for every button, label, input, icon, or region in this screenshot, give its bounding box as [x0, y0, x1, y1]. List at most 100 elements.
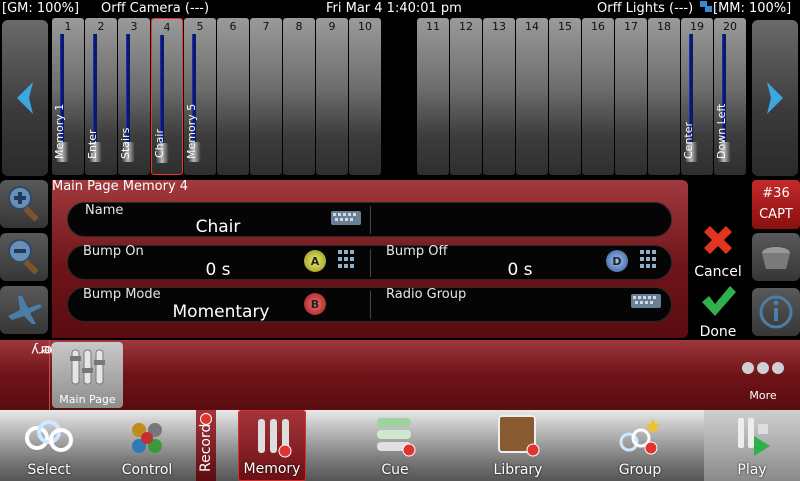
cupcake-icon: [762, 247, 790, 269]
fader-label: Enter: [86, 129, 99, 159]
fader-8[interactable]: 8: [283, 18, 315, 175]
name-row: Name Chair: [67, 202, 672, 237]
fader-5[interactable]: 5 Memory 5: [184, 18, 216, 175]
fader-label: Down Left: [715, 103, 728, 159]
network-icon: [699, 0, 713, 19]
done-button[interactable]: Done: [688, 282, 748, 340]
airplane-mode-button[interactable]: [0, 286, 48, 334]
capture-number: #36: [762, 186, 790, 201]
fader-strip: 1 Memory 1 2 Enter 3 Stairs 4 Chair 5 Memory 5 6 7 8…: [0, 18, 800, 178]
close-icon: [704, 226, 732, 254]
fader-number: 1: [64, 20, 72, 33]
radio-group-field[interactable]: [372, 302, 622, 320]
fader-17[interactable]: 17: [615, 18, 647, 175]
bump-on-badge[interactable]: A: [304, 250, 326, 272]
bump-on-field[interactable]: 0 s: [178, 260, 258, 280]
fader-13[interactable]: 13: [483, 18, 515, 175]
library-button[interactable]: Library: [478, 410, 558, 481]
name-label: Name: [85, 203, 124, 218]
fader-20[interactable]: 20 Down Left: [714, 18, 746, 175]
fader-12[interactable]: 12: [450, 18, 482, 175]
play-button[interactable]: Play: [704, 410, 800, 481]
group-label: Group: [618, 462, 662, 478]
more-button[interactable]: More: [735, 360, 791, 408]
library-label: Library: [493, 462, 543, 478]
fader-4[interactable]: 4 Chair: [151, 18, 183, 175]
fader-number: 2: [97, 20, 105, 33]
fader-10[interactable]: 10: [349, 18, 381, 175]
bump-off-badge[interactable]: D: [606, 250, 628, 272]
keyboard-icon[interactable]: [631, 294, 661, 308]
select-rings-icon: [25, 420, 73, 452]
fader-label: Stairs: [119, 127, 132, 159]
bump-mode-badge[interactable]: B: [304, 293, 326, 315]
row-divider: [370, 206, 371, 234]
name-field[interactable]: Chair: [148, 217, 288, 237]
name-extra-field[interactable]: [372, 203, 668, 236]
fader-number: 9: [328, 20, 336, 33]
grid-icon[interactable]: [640, 250, 656, 268]
main-page-tile[interactable]: Main Page: [52, 342, 123, 408]
fader-number: 8: [295, 20, 303, 33]
bump-off-badge-letter: D: [612, 254, 622, 268]
keyboard-icon[interactable]: [331, 211, 361, 225]
cue-button[interactable]: Cue: [356, 410, 434, 481]
prev-faders-button[interactable]: [2, 20, 48, 176]
capture-button[interactable]: #36 CAPT: [752, 180, 800, 229]
select-button[interactable]: Select: [0, 410, 98, 481]
bump-on-label: Bump On: [83, 244, 144, 259]
control-button[interactable]: Control: [98, 410, 196, 481]
fader-11[interactable]: 11: [417, 18, 449, 175]
record-toggle[interactable]: Record: [196, 410, 216, 481]
control-label: Control: [121, 462, 173, 478]
status-bar: [GM: 100%] Orff Camera (---) Fri Mar 4 1…: [0, 0, 800, 18]
info-button[interactable]: [752, 288, 800, 336]
faders-icon: [70, 349, 105, 385]
main-page-label: Main Page: [59, 393, 116, 406]
bump-off-field[interactable]: 0 s: [480, 260, 560, 280]
next-faders-button[interactable]: [752, 20, 798, 176]
memory-button[interactable]: Memory: [238, 410, 306, 481]
bump-off-label: Bump Off: [386, 244, 448, 259]
fader-7[interactable]: 7: [250, 18, 282, 175]
fader-2[interactable]: 2 Enter: [85, 18, 117, 175]
lights-status: Orff Lights (---): [597, 1, 694, 16]
bump-mode-field[interactable]: Momentary: [156, 302, 286, 322]
fader-3[interactable]: 3 Stairs: [118, 18, 150, 175]
fader-number: 5: [196, 20, 204, 33]
cancel-button[interactable]: Cancel: [688, 222, 748, 280]
ellipsis-icon: [742, 362, 784, 374]
fader-15[interactable]: 15: [549, 18, 581, 175]
fader-1[interactable]: 1 Memory 1: [52, 18, 84, 175]
fader-16[interactable]: 16: [582, 18, 614, 175]
zoom-out-button[interactable]: [0, 233, 48, 281]
fader-number: 18: [657, 20, 671, 33]
info-icon: [759, 295, 793, 329]
capture-label: CAPT: [759, 207, 793, 222]
fader-label: Chair: [153, 129, 166, 158]
fader-label: Memory 1: [53, 103, 66, 159]
fader-14[interactable]: 14: [516, 18, 548, 175]
chevron-left-icon: [17, 82, 33, 114]
fader-number: 17: [624, 20, 638, 33]
zoom-in-button[interactable]: [0, 180, 48, 228]
fader-18[interactable]: 18: [648, 18, 680, 175]
checkmark-icon: [702, 286, 736, 316]
clock: Fri Mar 4 1:40:01 pm: [326, 1, 462, 16]
fader-19[interactable]: 19 Center: [681, 18, 713, 175]
group-button[interactable]: Group: [600, 410, 680, 481]
camera-status: Orff Camera (---): [101, 1, 210, 16]
zoom-out-icon: [8, 239, 39, 275]
fader-number: 16: [591, 20, 605, 33]
grid-icon[interactable]: [338, 250, 354, 268]
fader-9[interactable]: 9: [316, 18, 348, 175]
row-divider: [370, 291, 371, 319]
clear-button[interactable]: [752, 233, 800, 281]
fader-number: 6: [229, 20, 237, 33]
memory-label: Memory: [243, 461, 301, 477]
memory-page-bar: MemoryPage Main Page More: [0, 340, 800, 410]
fader-6[interactable]: 6: [217, 18, 249, 175]
zoom-in-icon: [8, 186, 39, 222]
bump-mode-badge-letter: B: [310, 297, 320, 311]
fader-label: Center: [682, 121, 695, 159]
